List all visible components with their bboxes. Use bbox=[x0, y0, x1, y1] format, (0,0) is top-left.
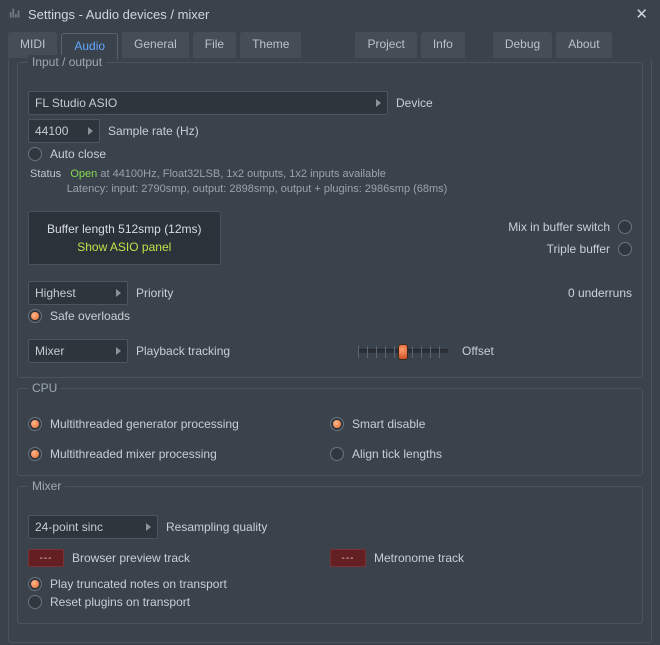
slider-knob[interactable] bbox=[398, 344, 408, 360]
status-block: Status Open at 44100Hz, Float32LSB, 1x2 … bbox=[30, 167, 632, 197]
tab-debug[interactable]: Debug bbox=[493, 32, 552, 58]
mix-in-buffer-toggle[interactable] bbox=[618, 220, 632, 234]
close-button[interactable]: ✕ bbox=[631, 3, 652, 25]
play-truncated-toggle[interactable] bbox=[28, 577, 42, 591]
reset-plugins-label: Reset plugins on transport bbox=[50, 595, 190, 609]
tab-general[interactable]: General bbox=[122, 32, 189, 58]
triple-buffer-toggle[interactable] bbox=[618, 242, 632, 256]
safe-overloads-label: Safe overloads bbox=[50, 309, 130, 323]
auto-close-toggle[interactable] bbox=[28, 147, 42, 161]
device-label: Device bbox=[396, 96, 433, 110]
mt-gen-toggle[interactable] bbox=[28, 417, 42, 431]
offset-label: Offset bbox=[462, 344, 494, 358]
tracking-dropdown[interactable]: Mixer bbox=[28, 339, 128, 363]
chevron-right-icon bbox=[116, 347, 121, 355]
device-dropdown[interactable]: FL Studio ASIO bbox=[28, 91, 388, 115]
smart-disable-label: Smart disable bbox=[352, 417, 425, 431]
titlebar: Settings - Audio devices / mixer ✕ bbox=[0, 0, 660, 28]
status-line2: Latency: input: 2790smp, output: 2898smp… bbox=[67, 183, 448, 195]
reset-plugins-toggle[interactable] bbox=[28, 595, 42, 609]
mix-in-buffer-label: Mix in buffer switch bbox=[508, 220, 610, 234]
metronome-track-label: Metronome track bbox=[374, 551, 464, 565]
settings-panel: Input / output FL Studio ASIO Device 441… bbox=[8, 58, 652, 643]
status-line1: at 44100Hz, Float32LSB, 1x2 outputs, 1x2… bbox=[100, 168, 386, 180]
chevron-right-icon bbox=[376, 99, 381, 107]
chevron-right-icon bbox=[116, 289, 121, 297]
smart-disable-toggle[interactable] bbox=[330, 417, 344, 431]
align-ticks-toggle[interactable] bbox=[330, 447, 344, 461]
window-title: Settings - Audio devices / mixer bbox=[28, 7, 631, 22]
chevron-right-icon bbox=[146, 523, 151, 531]
priority-label: Priority bbox=[136, 286, 173, 300]
sample-rate-value: 44100 bbox=[35, 124, 68, 138]
tab-file[interactable]: File bbox=[193, 32, 236, 58]
tab-about[interactable]: About bbox=[556, 32, 611, 58]
metronome-track-dropdown[interactable]: --- bbox=[330, 549, 366, 567]
browser-track-value: --- bbox=[40, 553, 53, 564]
section-title-cpu: CPU bbox=[28, 381, 61, 395]
resampling-value: 24-point sinc bbox=[35, 520, 103, 534]
device-value: FL Studio ASIO bbox=[35, 96, 117, 110]
mt-gen-label: Multithreaded generator processing bbox=[50, 417, 239, 431]
align-ticks-label: Align tick lengths bbox=[352, 447, 442, 461]
resampling-label: Resampling quality bbox=[166, 520, 267, 534]
section-cpu: CPU Multithreaded generator processing M… bbox=[17, 388, 643, 476]
status-open: Open bbox=[70, 168, 97, 180]
mt-mix-toggle[interactable] bbox=[28, 447, 42, 461]
priority-dropdown[interactable]: Highest bbox=[28, 281, 128, 305]
play-truncated-label: Play truncated notes on transport bbox=[50, 577, 227, 591]
triple-buffer-label: Triple buffer bbox=[547, 242, 610, 256]
metronome-track-value: --- bbox=[342, 553, 355, 564]
sample-rate-label: Sample rate (Hz) bbox=[108, 124, 199, 138]
resampling-dropdown[interactable]: 24-point sinc bbox=[28, 515, 158, 539]
tab-bar: MIDI Audio General File Theme Project In… bbox=[0, 28, 660, 58]
tab-theme[interactable]: Theme bbox=[240, 32, 301, 58]
tab-project[interactable]: Project bbox=[355, 32, 416, 58]
section-title-mixer: Mixer bbox=[28, 479, 65, 493]
tracking-label: Playback tracking bbox=[136, 344, 230, 358]
mt-mix-label: Multithreaded mixer processing bbox=[50, 447, 217, 461]
underruns-text: 0 underruns bbox=[568, 286, 632, 300]
section-io: Input / output FL Studio ASIO Device 441… bbox=[17, 62, 643, 378]
safe-overloads-toggle[interactable] bbox=[28, 309, 42, 323]
buffer-box[interactable]: Buffer length 512smp (12ms) Show ASIO pa… bbox=[28, 211, 221, 265]
sample-rate-dropdown[interactable]: 44100 bbox=[28, 119, 100, 143]
section-title-io: Input / output bbox=[28, 55, 106, 69]
browser-track-label: Browser preview track bbox=[72, 551, 190, 565]
tab-info[interactable]: Info bbox=[421, 32, 465, 58]
show-asio-panel-link[interactable]: Show ASIO panel bbox=[47, 240, 202, 254]
chevron-right-icon bbox=[88, 127, 93, 135]
buffer-length-text: Buffer length 512smp (12ms) bbox=[47, 222, 202, 236]
priority-value: Highest bbox=[35, 286, 76, 300]
offset-slider[interactable] bbox=[358, 349, 448, 353]
browser-track-dropdown[interactable]: --- bbox=[28, 549, 64, 567]
status-label: Status bbox=[30, 168, 61, 180]
section-mixer: Mixer 24-point sinc Resampling quality -… bbox=[17, 486, 643, 624]
tracking-value: Mixer bbox=[35, 344, 64, 358]
app-icon bbox=[8, 7, 22, 21]
auto-close-label: Auto close bbox=[50, 147, 106, 161]
